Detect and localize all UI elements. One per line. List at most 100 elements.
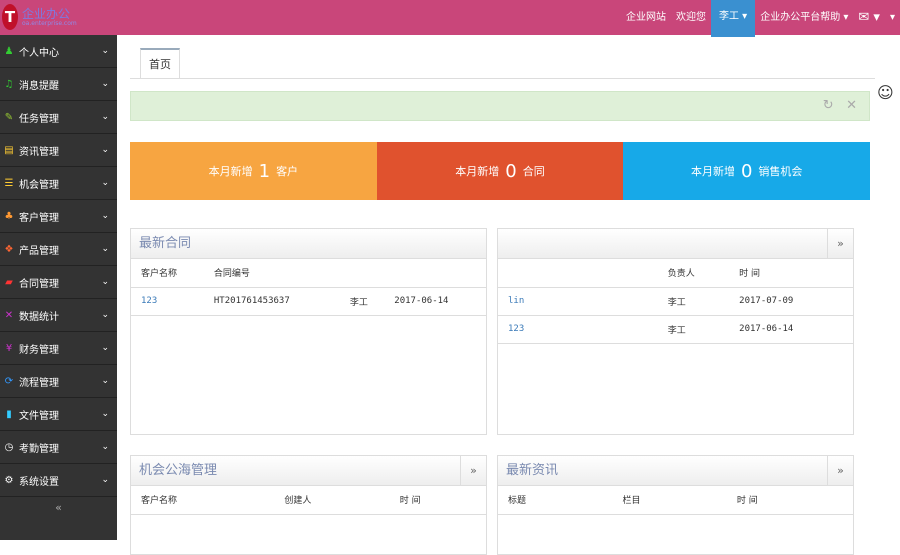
col-header: 客户名称 [131,486,275,515]
panel-header: 机会公海管理 » [131,456,486,486]
edit-icon: ✎ [4,111,14,123]
panel-title: 最新合同 [131,229,486,259]
sidebar-item-label: 流程管理 [19,377,59,389]
file-icon: ▮ [6,408,12,420]
col-header: 栏目 [612,486,727,515]
close-icon[interactable]: ✕ [846,98,857,113]
panel-header: » [498,229,853,259]
yen-icon: ¥ [5,342,13,354]
stat-prefix: 本月新增 [208,165,253,178]
sidebar-item-label: 机会管理 [19,179,59,191]
cell: 李工 [339,287,385,316]
stat-prefix: 本月新增 [690,165,735,178]
cell[interactable]: 123 [131,287,204,316]
opportunities-panel: 机会公海管理 » 客户名称 创建人时 间 [130,455,487,555]
news-panel: 最新资讯 » 标题 栏目时 间 [497,455,854,555]
gear-icon: ⚙ [4,474,14,486]
logo-subtitle: oa.enterprise.com [22,20,77,27]
more-button[interactable]: » [827,456,853,486]
sidebar-item[interactable]: ✎ 任务管理 ⌄ [0,101,117,134]
sidebar-item-label: 数据统计 [19,311,59,323]
sidebar-item[interactable]: ✕ 数据统计 ⌄ [0,299,117,332]
sidebar-item-label: 财务管理 [19,344,59,356]
user-name: 李工 [719,10,739,22]
user-icon: ♟ [4,45,14,57]
users-icon: ♣ [4,210,14,222]
user-menu[interactable]: 李工 ▾ [711,0,756,37]
stat-card: 本月新增 0 合同 [376,142,624,200]
panel-title: 最新资讯 [506,463,559,478]
chevron-down-icon: ⌄ [101,79,109,89]
cell: 2017-07-09 [729,287,853,316]
table-row[interactable]: lin 李工 2017-07-09 [498,287,853,316]
chevron-down-icon: ⌄ [101,112,109,122]
sidebar-item-label: 任务管理 [19,113,59,125]
chevron-down-icon: ⌄ [101,376,109,386]
stat-label: 合同 [522,165,545,178]
cell[interactable]: lin [498,287,658,316]
sidebar-item[interactable]: ⚙ 系统设置 ⌄ [0,464,117,497]
col-header: 客户名称 [131,259,204,288]
sidebar-item-label: 考勤管理 [19,443,59,455]
table-row[interactable]: 123 李工 2017-06-14 [498,315,853,344]
cell: 2017-06-14 [729,315,853,344]
sidebar-item[interactable]: ♫ 消息提醒 ⌄ [0,68,117,101]
sidebar-item-label: 消息提醒 [19,80,59,92]
stat-number: 0 [740,160,753,182]
alert-bar: ↻ ✕ [130,91,870,121]
mail-icon[interactable]: ✉ ▾ [853,0,885,35]
chevron-down-icon: ⌄ [101,442,109,452]
more-button[interactable]: » [460,456,486,486]
sidebar-collapse-button[interactable]: « [0,501,117,514]
sidebar-item-label: 个人中心 [19,47,59,59]
chevron-down-icon: ⌄ [101,310,109,320]
tab-home[interactable]: 首页 [140,48,180,79]
more-dropdown[interactable]: ▾ [885,0,900,35]
tab-divider [130,78,875,79]
col-header: 创建人 [274,486,390,515]
sidebar-item-label: 系统设置 [19,476,59,488]
sidebar-item[interactable]: ◷ 考勤管理 ⌄ [0,431,117,464]
sidebar-item[interactable]: ▮ 文件管理 ⌄ [0,398,117,431]
sidebar-item-label: 文件管理 [19,410,59,422]
help-menu[interactable]: 企业办公平台帮助 ▾ [755,0,853,35]
stat-card: 本月新增 1 客户 [130,142,377,200]
col-header: 合同编号 [203,259,340,288]
sidebar-item[interactable]: ❖ 产品管理 ⌄ [0,233,117,266]
stats-row: 本月新增 1 客户 本月新增 0 合同 本月新增 0 销售机会 [130,142,871,200]
sidebar-item[interactable]: ▰ 合同管理 ⌄ [0,266,117,299]
nav-website-link[interactable]: 企业网站 [621,0,671,35]
sidebar-item[interactable]: ☰ 机会管理 ⌄ [0,167,117,200]
more-button[interactable]: » [827,229,853,259]
panel-header: 最新资讯 » [498,456,853,486]
top-bar: T 企业办公 oa.enterprise.com 企业网站 欢迎您 李工 ▾ 企… [0,0,900,37]
table-row[interactable]: 123 HT201761453637 李工 2017-06-14 [131,287,486,316]
stat-card: 本月新增 0 销售机会 [623,142,871,200]
sidebar-item[interactable]: ¥ 财务管理 ⌄ [0,332,117,365]
assistant-avatar-icon[interactable]: ☺ [877,83,897,109]
panel-title: 机会公海管理 [139,463,218,478]
chevron-down-icon: ⌄ [101,178,109,188]
col-header: 时 间 [726,486,853,515]
sidebar-item[interactable]: ▤ 资讯管理 ⌄ [0,134,117,167]
refresh-icon[interactable]: ↻ [823,98,834,113]
chevron-down-icon: ⌄ [101,145,109,155]
cell: 李工 [657,287,730,316]
contracts-panel: 最新合同 客户名称 合同编号 123 HT201761453637 李工 2017-06… [130,228,487,435]
chevron-down-icon: ⌄ [101,277,109,287]
cell[interactable]: 123 [498,315,658,344]
col-header: 标题 [498,486,613,515]
sidebar-item-label: 产品管理 [19,245,59,257]
sidebar-item-label: 合同管理 [19,278,59,290]
flow-icon: ⟳ [4,375,14,387]
stat-label: 客户 [276,165,299,178]
sidebar-item[interactable]: ♟ 个人中心 ⌄ [0,35,117,68]
logo-icon: T [2,4,18,30]
chevron-down-icon: ⌄ [101,244,109,254]
sidebar-item[interactable]: ⟳ 流程管理 ⌄ [0,365,117,398]
top-nav: 企业网站 欢迎您 李工 ▾ 企业办公平台帮助 ▾ ✉ ▾ ▾ [621,0,900,37]
chevron-down-icon: ⌄ [101,475,109,485]
sidebar-item[interactable]: ♣ 客户管理 ⌄ [0,200,117,233]
main-content: 首页 ☺ ↻ ✕ 本月新增 1 客户 本月新增 0 合同 本月新增 0 销售机会 最新合同 客户… [117,35,900,555]
chevron-down-icon: ⌄ [101,409,109,419]
